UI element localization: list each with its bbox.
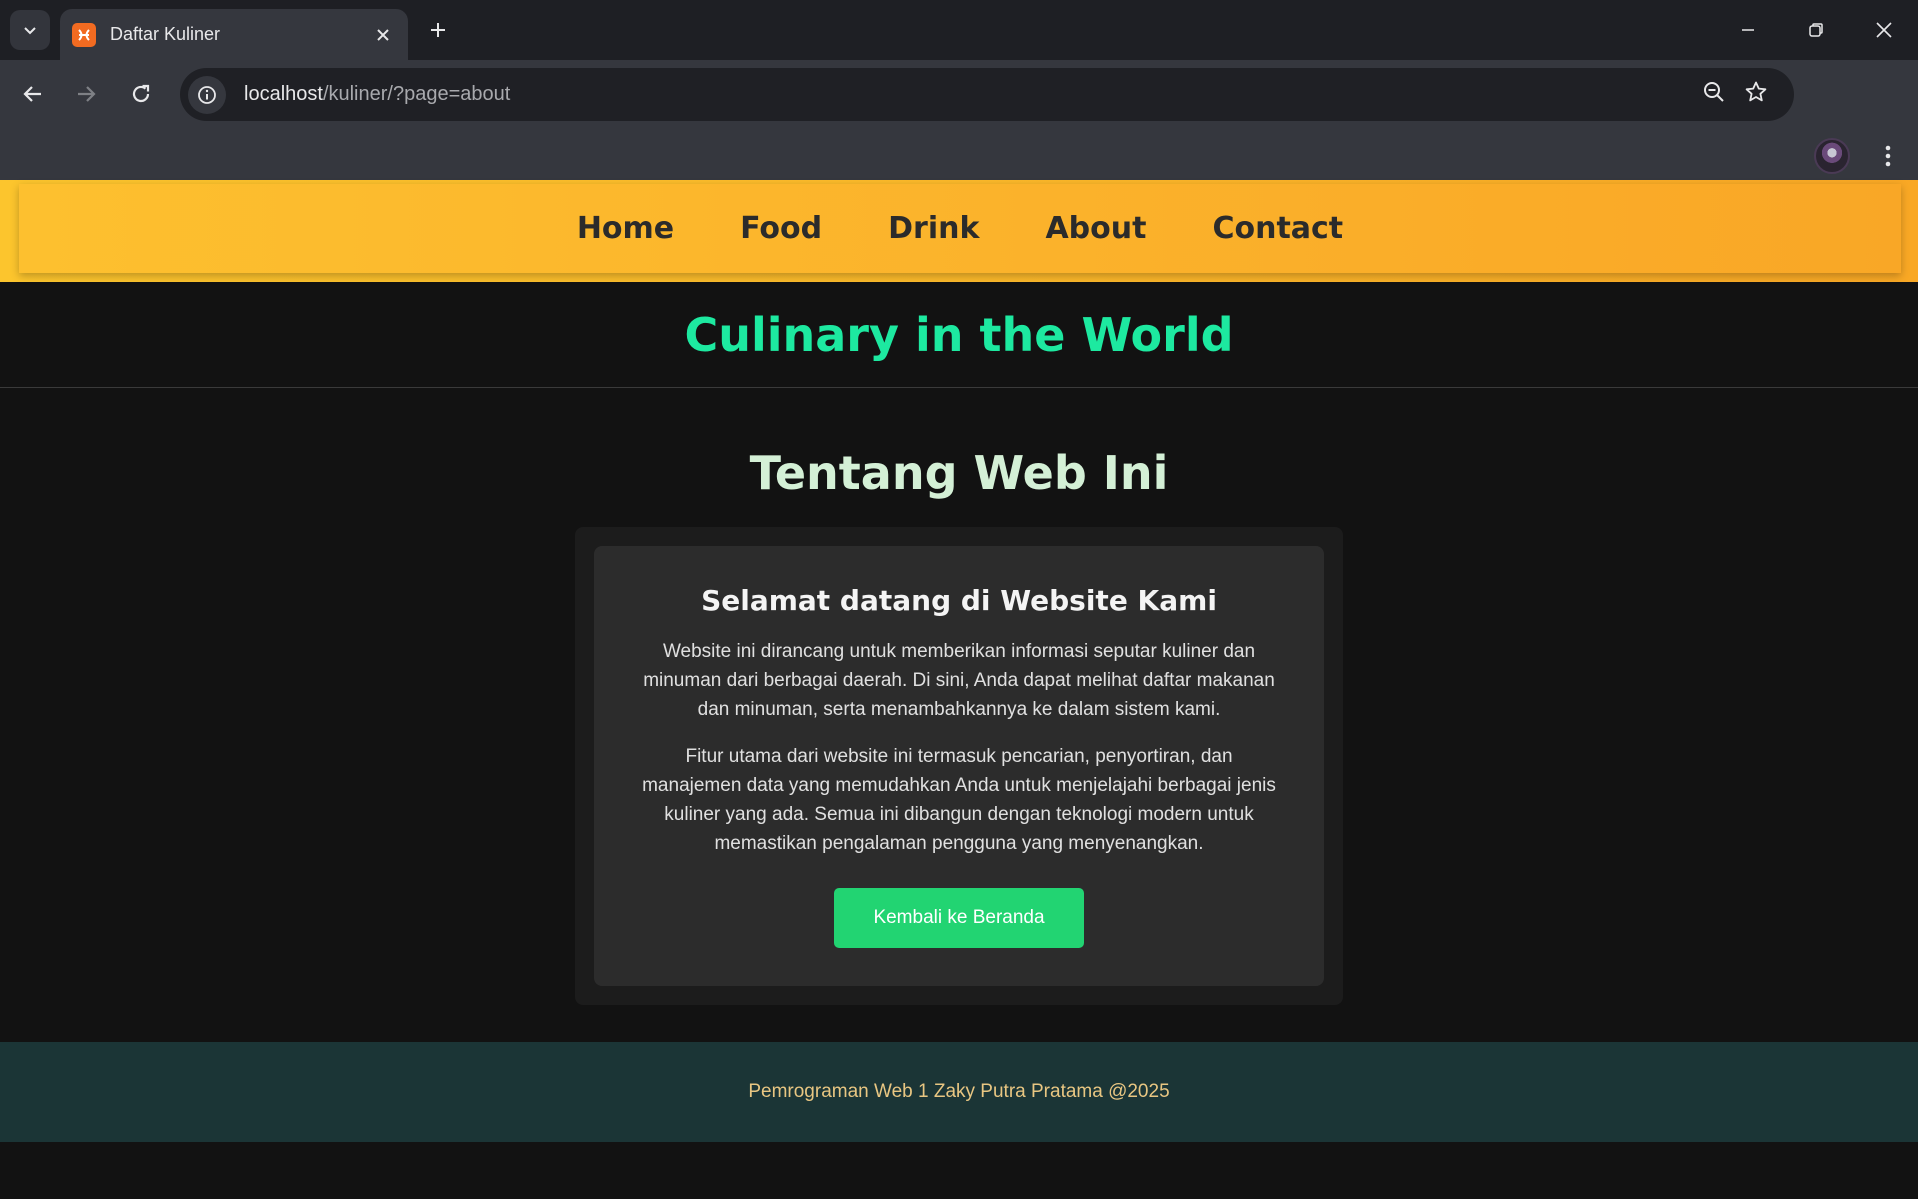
card-paragraph-1: Website ini dirancang untuk memberikan i… bbox=[643, 641, 1275, 720]
site-title: Culinary in the World bbox=[684, 307, 1234, 362]
reload-button[interactable] bbox=[119, 72, 163, 116]
browser-toolbar: localhost/kuliner/?page=about bbox=[0, 60, 1918, 221]
restore-button[interactable] bbox=[1782, 0, 1850, 60]
reload-icon bbox=[132, 84, 150, 103]
card-paragraph-2: Fitur utama dari website ini termasuk pe… bbox=[642, 746, 1276, 854]
close-icon bbox=[1876, 22, 1892, 38]
chevron-down-icon bbox=[24, 27, 36, 35]
new-tab-button[interactable] bbox=[422, 14, 454, 46]
site-navbar: Home Food Drink About Contact bbox=[0, 180, 1918, 282]
nav-link-drink[interactable]: Drink bbox=[888, 211, 979, 246]
restore-icon bbox=[1809, 23, 1823, 37]
page-content: Home Food Drink About Contact Culinary i… bbox=[0, 180, 1918, 1199]
plus-icon bbox=[431, 23, 445, 37]
site-footer: Pemrograman Web 1 Zaky Putra Pratama @20… bbox=[0, 1042, 1918, 1142]
zoom-icon[interactable] bbox=[1702, 80, 1726, 109]
profile-avatar[interactable] bbox=[1814, 138, 1850, 174]
more-vertical-icon bbox=[1885, 145, 1891, 167]
card-title: Selamat datang di Website Kami bbox=[701, 584, 1217, 617]
browser-menu-button[interactable] bbox=[1870, 138, 1906, 174]
forward-button[interactable] bbox=[64, 72, 108, 116]
bookmark-star-icon[interactable] bbox=[1744, 80, 1768, 109]
about-card-container: Selamat datang di Website Kami Website i… bbox=[575, 527, 1343, 1005]
site-header: Culinary in the World bbox=[0, 282, 1918, 388]
nav-link-about[interactable]: About bbox=[1045, 211, 1146, 246]
page-title: Tentang Web Ini bbox=[749, 446, 1169, 500]
close-tab-icon[interactable] bbox=[372, 24, 394, 46]
tab-title: Daftar Kuliner bbox=[110, 24, 221, 44]
close-window-button[interactable] bbox=[1850, 0, 1918, 60]
browser-tab[interactable]: Daftar Kuliner bbox=[60, 9, 408, 60]
about-card: Selamat datang di Website Kami Website i… bbox=[594, 546, 1324, 986]
nav-link-contact[interactable]: Contact bbox=[1212, 211, 1343, 246]
browser-tabbar: Daftar Kuliner bbox=[0, 0, 1918, 60]
arrow-right-icon bbox=[78, 86, 96, 102]
tab-search-button[interactable] bbox=[10, 10, 50, 50]
url-text: localhost/kuliner/?page=about bbox=[244, 83, 511, 105]
minimize-icon bbox=[1742, 29, 1754, 31]
nav-links: Home Food Drink About Contact bbox=[19, 184, 1901, 273]
footer-text: Pemrograman Web 1 Zaky Putra Pratama @20… bbox=[748, 1081, 1170, 1102]
back-button[interactable] bbox=[11, 72, 55, 116]
minimize-button[interactable] bbox=[1714, 0, 1782, 60]
nav-link-food[interactable]: Food bbox=[740, 211, 822, 246]
nav-link-home[interactable]: Home bbox=[577, 211, 674, 246]
window-controls bbox=[1714, 0, 1918, 60]
address-bar[interactable]: localhost/kuliner/?page=about bbox=[180, 68, 1794, 121]
arrow-left-icon bbox=[23, 86, 41, 102]
site-info-icon[interactable] bbox=[188, 75, 226, 114]
back-to-home-button[interactable]: Kembali ke Beranda bbox=[834, 888, 1084, 948]
xampp-favicon-icon bbox=[72, 22, 96, 47]
